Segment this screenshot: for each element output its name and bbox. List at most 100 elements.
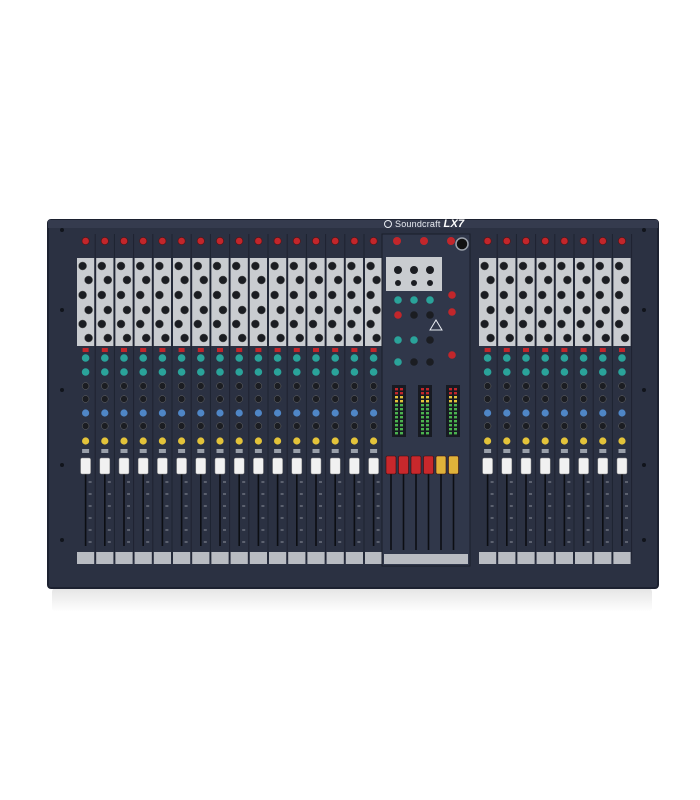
meter-led	[426, 392, 429, 395]
eq-panel	[77, 258, 95, 346]
eq-knob	[543, 305, 553, 315]
mute-button	[216, 449, 224, 453]
eq-knob	[601, 333, 611, 343]
aux-knob	[599, 368, 607, 376]
aux-knob	[560, 354, 569, 362]
eq-knob	[537, 261, 547, 271]
aux-knob	[369, 395, 378, 403]
eq-knob	[372, 275, 381, 285]
eq-panel	[249, 258, 267, 346]
eq-button	[313, 348, 319, 352]
aux-knob	[101, 409, 109, 417]
mute-button	[139, 449, 147, 453]
fader-cap	[559, 457, 570, 475]
gain-knob	[598, 237, 607, 245]
eq-knob	[557, 261, 566, 271]
eq-knob	[122, 305, 132, 315]
mute-button	[350, 449, 358, 453]
eq-knob	[614, 261, 624, 271]
eq-knob	[78, 319, 87, 329]
eq-knob	[582, 305, 591, 315]
eq-knob	[289, 261, 299, 271]
gain-knob	[196, 237, 205, 245]
aux-knob	[599, 354, 607, 362]
mute-button	[82, 449, 90, 453]
eq-knob	[537, 290, 547, 300]
eq-knob	[97, 319, 107, 329]
meter-led	[449, 408, 452, 411]
mute-button	[560, 449, 568, 453]
pan-knob	[273, 422, 282, 430]
eq-knob	[557, 290, 566, 300]
eq-knob	[193, 290, 203, 300]
master-fader-cap	[410, 455, 422, 475]
aux-knob	[541, 354, 549, 362]
gain-knob	[541, 237, 550, 245]
eq-knob	[518, 261, 528, 271]
aux-knob	[197, 409, 205, 417]
fader-track	[506, 462, 508, 546]
meter-led	[395, 424, 398, 427]
eq-knob	[595, 319, 605, 329]
gain-knob	[579, 237, 588, 245]
eq-knob	[537, 319, 547, 329]
pan-knob	[579, 422, 588, 430]
eq-knob	[212, 290, 222, 300]
meter-led	[400, 420, 403, 423]
eq-knob	[505, 333, 515, 343]
fader-cap	[291, 457, 303, 475]
eq-knob	[257, 275, 266, 285]
scribble-strip	[517, 552, 535, 564]
fader-track	[602, 462, 604, 546]
eq-knob	[141, 333, 151, 343]
eq-knob	[295, 333, 305, 343]
scribble-strip	[249, 552, 267, 564]
aux-knob	[370, 409, 378, 417]
meter-led	[421, 404, 424, 407]
aux-knob	[331, 368, 340, 376]
eq-panel	[345, 258, 363, 346]
eq-knob	[103, 275, 113, 285]
meter-led	[421, 408, 424, 411]
master-knob	[447, 237, 455, 245]
eq-button	[580, 348, 587, 352]
mute-button	[158, 449, 166, 453]
fader-track	[315, 462, 317, 546]
eq-knob	[199, 275, 209, 285]
meter-led	[449, 392, 452, 395]
aux-knob	[580, 409, 588, 417]
screw-icon	[642, 538, 646, 542]
eq-panel	[153, 258, 171, 346]
brand-logo-icon	[384, 220, 392, 228]
aux-knob	[197, 382, 205, 390]
eq-knob	[524, 333, 534, 343]
eq-knob	[518, 319, 528, 329]
aux-knob	[618, 409, 626, 417]
eq-knob	[218, 333, 228, 343]
aux-knob	[120, 409, 128, 417]
aux-knob	[541, 382, 549, 390]
eq-knob	[314, 305, 324, 315]
aux-knob	[254, 395, 263, 403]
aux-knob	[235, 395, 243, 403]
mute-button	[274, 449, 282, 453]
scribble-strip	[134, 552, 152, 564]
eq-knob	[78, 290, 87, 300]
fader-track	[200, 462, 202, 546]
pan-knob	[560, 422, 569, 430]
eq-knob	[251, 261, 260, 271]
aux-knob	[101, 395, 109, 403]
eq-knob	[505, 275, 515, 285]
pan-knob	[158, 422, 167, 430]
aux-knob	[503, 354, 511, 362]
eq-knob	[347, 290, 356, 300]
aux-knob	[560, 395, 569, 403]
scribble-strip	[192, 552, 210, 564]
eq-knob	[563, 333, 572, 343]
scribble-strip	[288, 552, 306, 564]
eq-knob	[180, 333, 189, 343]
fader-track	[180, 462, 183, 546]
fader-track	[353, 462, 356, 546]
aux-knob	[350, 354, 359, 362]
aux-knob	[177, 354, 186, 362]
